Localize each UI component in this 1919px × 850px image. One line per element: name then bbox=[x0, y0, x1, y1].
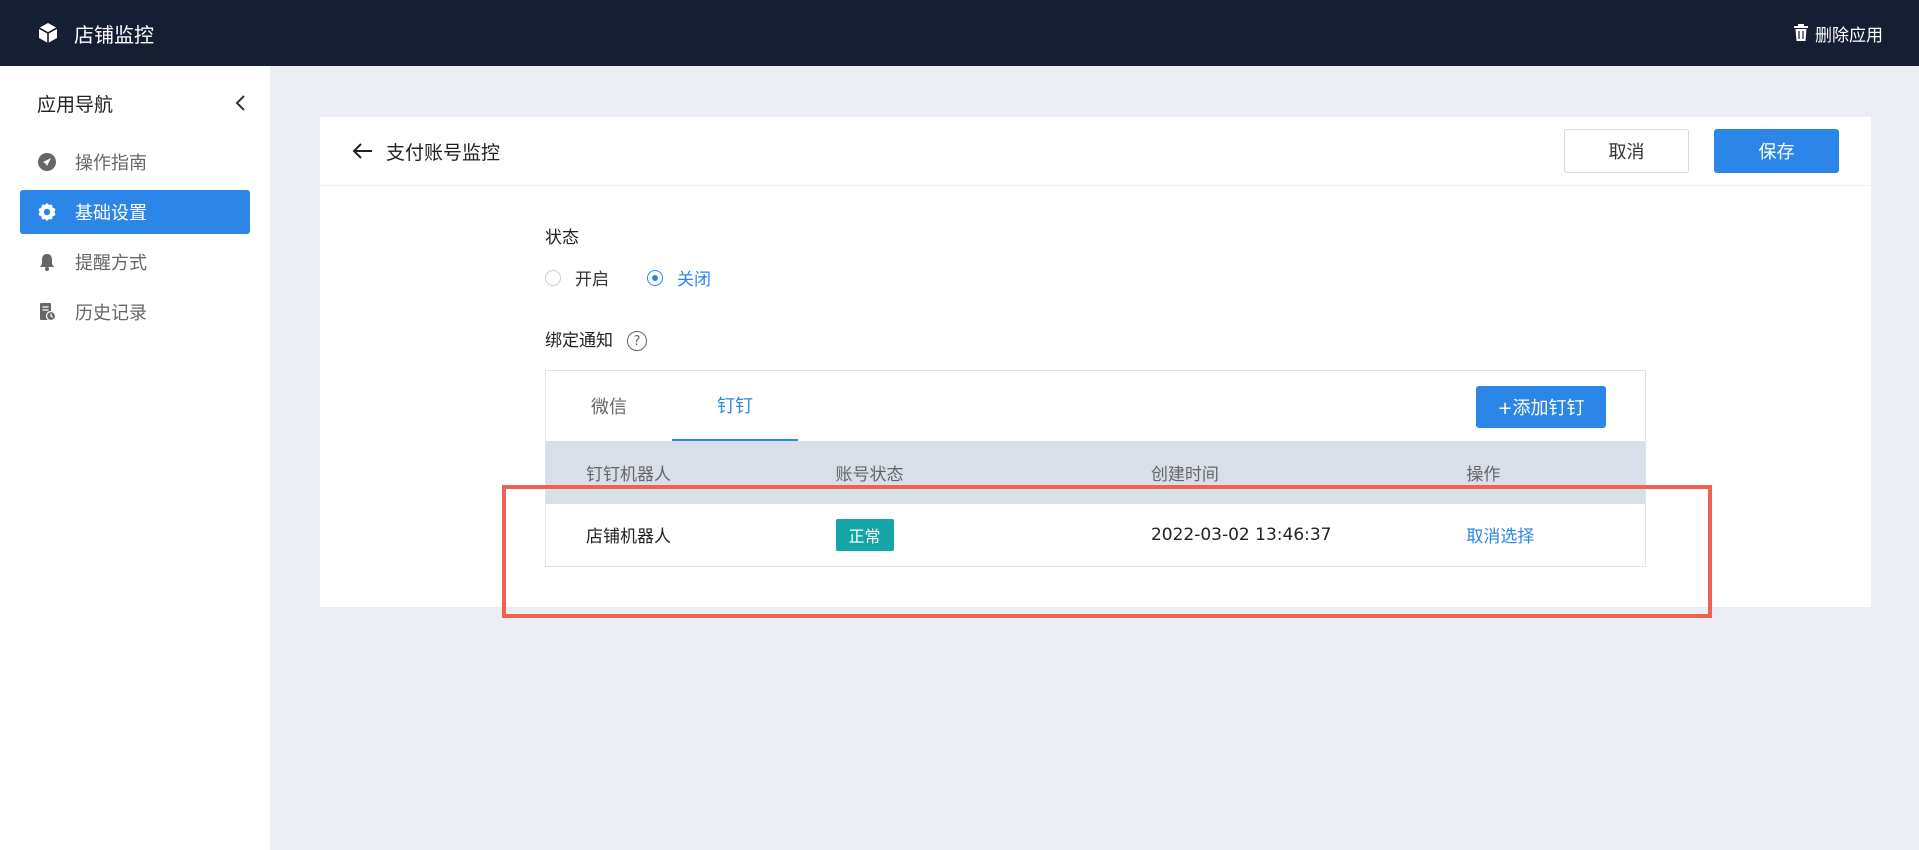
status-on-radio[interactable]: 开启 bbox=[545, 265, 609, 290]
back-button[interactable]: 支付账号监控 bbox=[352, 138, 500, 165]
sidebar: 应用导航 操作指南 基础设置 提醒方式 历史记录 bbox=[0, 66, 270, 850]
chevron-left-icon bbox=[235, 95, 245, 111]
radio-label: 关闭 bbox=[677, 270, 711, 290]
bind-notify-label: 绑定通知? bbox=[545, 326, 647, 351]
page-title: 支付账号监控 bbox=[386, 141, 501, 164]
brand: 店铺监控 bbox=[36, 19, 154, 48]
sidebar-title: 应用导航 bbox=[37, 93, 114, 116]
add-dingtalk-button[interactable]: +添加钉钉 bbox=[1476, 386, 1606, 428]
bell-icon bbox=[40, 254, 54, 271]
help-icon[interactable]: ? bbox=[627, 331, 647, 351]
sidebar-item-label: 历史记录 bbox=[75, 303, 147, 324]
delete-app-button[interactable]: 删除应用 bbox=[1793, 21, 1883, 46]
sidebar-item-basic-settings[interactable]: 基础设置 bbox=[20, 190, 250, 234]
tab-dingtalk[interactable]: 钉钉 bbox=[672, 371, 798, 441]
trash-icon bbox=[1794, 24, 1808, 41]
status-badge: 正常 bbox=[835, 518, 894, 551]
table-row: 店铺机器人 正常 2022-03-02 13:46:37 取消选择 bbox=[546, 504, 1645, 565]
sidebar-item-history[interactable]: 历史记录 bbox=[20, 290, 250, 334]
header-actions: 取消 保存 bbox=[1564, 129, 1839, 173]
action-cell: 取消选择 bbox=[1466, 522, 1645, 547]
sidebar-item-reminder[interactable]: 提醒方式 bbox=[20, 240, 250, 284]
robot-name: 店铺机器人 bbox=[586, 527, 671, 547]
cube-icon bbox=[38, 23, 58, 43]
created-time: 2022-03-02 13:46:37 bbox=[1150, 524, 1332, 545]
top-bar: 店铺监控 删除应用 bbox=[0, 0, 1919, 66]
cancel-button[interactable]: 取消 bbox=[1564, 129, 1689, 173]
table-header: 钉钉机器人 账号状态 创建时间 操作 bbox=[546, 441, 1645, 504]
column-header: 创建时间 bbox=[1150, 465, 1219, 485]
sidebar-item-label: 基础设置 bbox=[75, 203, 147, 224]
gear-icon bbox=[38, 203, 56, 221]
notify-panel: 微信 钉钉 +添加钉钉 钉钉机器人 账号状态 创建时间 操作 店铺机器人 正常 … bbox=[545, 370, 1646, 567]
column-header: 操作 bbox=[1466, 465, 1501, 485]
sidebar-header: 应用导航 bbox=[0, 66, 270, 140]
history-icon bbox=[40, 303, 57, 322]
sidebar-item-guide[interactable]: 操作指南 bbox=[20, 140, 250, 184]
bind-notify-text: 绑定通知 bbox=[545, 331, 613, 351]
delete-app-label: 删除应用 bbox=[1815, 25, 1883, 46]
column-header: 账号状态 bbox=[835, 465, 904, 485]
sidebar-item-label: 操作指南 bbox=[75, 153, 147, 174]
save-button[interactable]: 保存 bbox=[1714, 129, 1839, 173]
radio-dot bbox=[647, 269, 663, 286]
radio-label: 开启 bbox=[575, 270, 609, 290]
app-title: 店铺监控 bbox=[74, 22, 154, 47]
status-radio-group: 开启 关闭 bbox=[545, 265, 711, 290]
radio-dot bbox=[545, 269, 561, 286]
card-header: 支付账号监控 取消 保存 bbox=[320, 117, 1871, 186]
collapse-sidebar-button[interactable] bbox=[230, 93, 250, 113]
navigation-icon bbox=[38, 153, 56, 171]
tab-wechat[interactable]: 微信 bbox=[546, 371, 672, 441]
arrow-left-icon bbox=[352, 143, 372, 159]
notify-tabs: 微信 钉钉 +添加钉钉 bbox=[546, 371, 1645, 441]
status-label: 状态 bbox=[545, 228, 579, 248]
deselect-link[interactable]: 取消选择 bbox=[1466, 527, 1534, 547]
sidebar-item-label: 提醒方式 bbox=[75, 253, 147, 274]
column-header: 钉钉机器人 bbox=[586, 465, 671, 485]
settings-card: 支付账号监控 取消 保存 状态 开启 关闭 绑定通知? 微信 钉钉 +添加钉钉 … bbox=[320, 117, 1871, 607]
status-off-radio[interactable]: 关闭 bbox=[647, 265, 711, 290]
account-status-cell: 正常 bbox=[835, 518, 1151, 551]
